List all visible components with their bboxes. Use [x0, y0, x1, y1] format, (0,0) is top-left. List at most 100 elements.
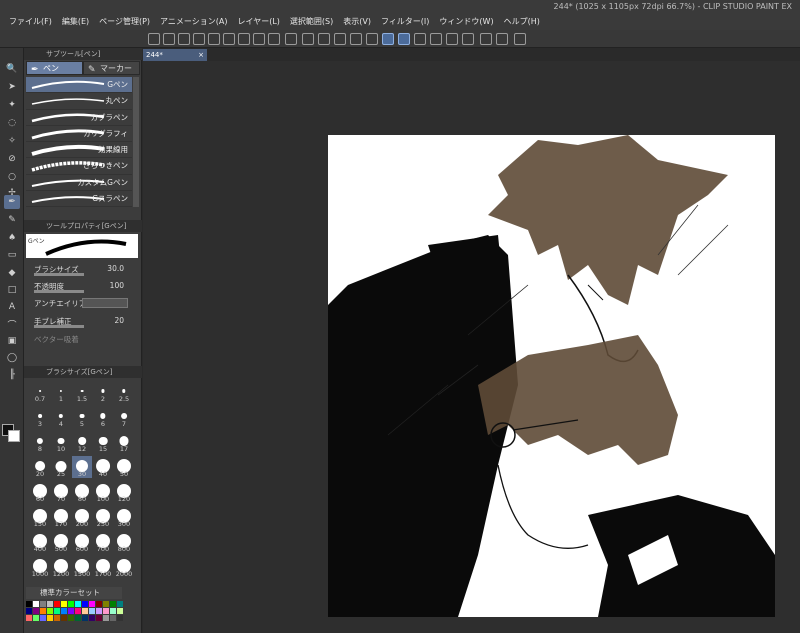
brush-tool-icon[interactable]: ♠ — [4, 231, 20, 245]
color-swatch[interactable] — [89, 608, 95, 614]
brush-size-option[interactable]: 80 — [72, 481, 92, 503]
brush-size-option[interactable]: 1000 — [30, 556, 50, 578]
brush-size-option[interactable]: 40 — [93, 456, 113, 478]
color-swatch[interactable] — [68, 601, 74, 607]
brush-item-round-pen[interactable]: 丸ペン — [26, 93, 132, 110]
color-swatch[interactable] — [75, 608, 81, 614]
brush-size-option[interactable]: 60 — [30, 481, 50, 503]
color-swatch[interactable] — [117, 608, 123, 614]
tool-property-header[interactable]: ツールプロパティ[Gペン] — [24, 220, 142, 232]
color-swatch[interactable] — [61, 608, 67, 614]
brush-size-option[interactable]: 30 — [72, 456, 92, 478]
brush-size-option[interactable]: 20 — [30, 456, 50, 478]
brush-size-option[interactable]: 7 — [114, 406, 134, 428]
brush-item-calligraphy[interactable]: カリグラフィ — [26, 125, 132, 143]
color-swatch[interactable] — [110, 601, 116, 607]
tab-marker[interactable]: ✎ マーカー — [83, 61, 140, 75]
color-swatch[interactable] — [96, 615, 102, 621]
brush-size-option[interactable]: 15 — [93, 431, 113, 453]
menu-layer[interactable]: レイヤー(L) — [232, 15, 284, 28]
gradient-tool-icon[interactable]: ▣ — [4, 334, 20, 348]
brush-size-option[interactable]: 2.5 — [114, 381, 134, 403]
color-swatch[interactable] — [47, 608, 53, 614]
color-swatch[interactable] — [40, 608, 46, 614]
brush-size-option[interactable]: 6 — [93, 406, 113, 428]
settings-icon[interactable] — [285, 33, 297, 45]
ruler-tool-icon[interactable]: ╟ — [4, 368, 20, 382]
document-tab[interactable]: 244* × — [143, 49, 207, 61]
brush-size-option[interactable]: 12 — [72, 431, 92, 453]
transform-icon[interactable] — [318, 33, 330, 45]
fit-icon[interactable] — [253, 33, 265, 45]
brush-item-effect-line[interactable]: 効果線用 — [26, 142, 132, 159]
color-swatch[interactable] — [54, 615, 60, 621]
color-swatch[interactable] — [96, 601, 102, 607]
brush-list-scrollbar[interactable] — [133, 77, 139, 207]
antialias-row[interactable]: アンチエイリアス — [28, 296, 138, 310]
lasso-tool-icon[interactable]: ◌ — [4, 116, 20, 130]
color-swatch[interactable] — [82, 608, 88, 614]
balloon-tool-icon[interactable]: ◯ — [4, 351, 20, 365]
color-swatch[interactable] — [26, 601, 32, 607]
color-swatch[interactable] — [61, 615, 67, 621]
menu-window[interactable]: ウィンドウ(W) — [434, 15, 498, 28]
brush-size-option[interactable]: 800 — [114, 531, 134, 553]
color-swatch[interactable] — [117, 615, 123, 621]
pencil-tool-icon[interactable]: ✎ — [4, 213, 20, 227]
brush-size-option[interactable]: 2 — [93, 381, 113, 403]
color-swatch[interactable] — [110, 615, 116, 621]
snap-grid-icon[interactable] — [414, 33, 426, 45]
brush-size-row[interactable]: ブラシサイズ 30.0 — [28, 262, 138, 276]
menu-animation[interactable]: アニメーション(A) — [155, 15, 232, 28]
undo-icon[interactable] — [223, 33, 235, 45]
color-swatch[interactable] — [33, 615, 39, 621]
color-swatch[interactable] — [75, 615, 81, 621]
brush-size-option[interactable]: 3 — [30, 406, 50, 428]
pen-tool-icon[interactable]: ✒ — [4, 195, 20, 209]
opacity-value[interactable]: 100 — [110, 281, 124, 290]
color-swatch[interactable] — [103, 615, 109, 621]
brush-size-option[interactable]: 8 — [30, 431, 50, 453]
brush-size-option[interactable]: 1.5 — [72, 381, 92, 403]
menu-view[interactable]: 表示(V) — [338, 15, 376, 28]
brush-size-option[interactable]: 1500 — [72, 556, 92, 578]
eraser-tool-icon[interactable]: ▭ — [4, 248, 20, 262]
close-icon[interactable]: × — [198, 49, 204, 61]
sub-color-swatch[interactable] — [8, 430, 20, 442]
color-swatch[interactable] — [33, 601, 39, 607]
brush-size-panel-header[interactable]: ブラシサイズ[Gペン] — [24, 366, 142, 378]
vector-snap-row[interactable]: ベクター吸着 — [28, 332, 138, 346]
menu-page[interactable]: ページ管理(P) — [94, 15, 155, 28]
brush-size-option[interactable]: 700 — [93, 531, 113, 553]
color-swatch[interactable] — [89, 615, 95, 621]
layer-raster-icon[interactable] — [446, 33, 458, 45]
stabilization-row[interactable]: 手ブレ補正 20 — [28, 314, 138, 328]
zoom-out-icon[interactable] — [208, 33, 220, 45]
fill-tool-icon[interactable]: ◆ — [4, 266, 20, 280]
color-swatch[interactable] — [40, 601, 46, 607]
subtool-panel-header[interactable]: サブツール[ペン] — [24, 48, 142, 60]
color-swatch[interactable] — [26, 615, 32, 621]
color-swatch[interactable] — [47, 601, 53, 607]
color-swatch[interactable] — [117, 601, 123, 607]
snap-special-ruler-icon[interactable] — [398, 33, 410, 45]
color-swatch[interactable] — [103, 601, 109, 607]
brush-size-option[interactable]: 1 — [51, 381, 71, 403]
color-swatch[interactable] — [47, 615, 53, 621]
drawing-canvas[interactable] — [328, 135, 775, 617]
color-swatch[interactable] — [89, 601, 95, 607]
move-tool-icon[interactable]: ✦ — [4, 98, 20, 112]
brush-size-option[interactable]: 170 — [51, 506, 71, 528]
brush-size-option[interactable]: 500 — [51, 531, 71, 553]
color-swatch[interactable] — [40, 615, 46, 621]
color-swatch[interactable] — [96, 608, 102, 614]
brush-size-value[interactable]: 30.0 — [107, 264, 124, 273]
color-swatch[interactable] — [82, 615, 88, 621]
color-swatch[interactable] — [54, 601, 60, 607]
new-file-icon[interactable] — [148, 33, 160, 45]
zoom-in-icon[interactable] — [193, 33, 205, 45]
layer-new-icon[interactable] — [430, 33, 442, 45]
clear-icon[interactable] — [366, 33, 378, 45]
camera-icon[interactable] — [480, 33, 492, 45]
layer-vector-icon[interactable] — [462, 33, 474, 45]
